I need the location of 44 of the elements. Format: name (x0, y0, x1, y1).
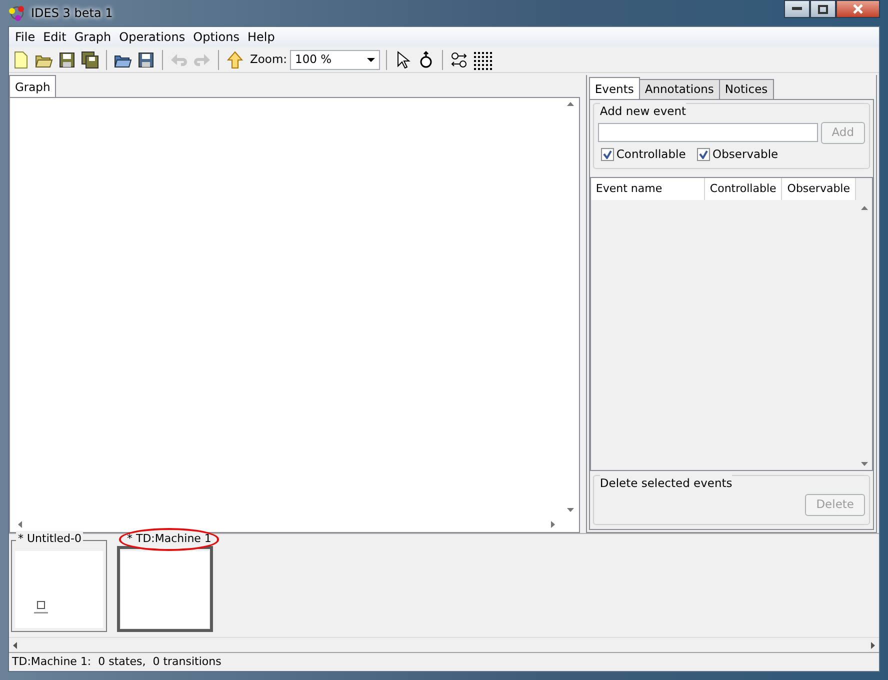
caret-icon[interactable] (367, 58, 376, 62)
status-text: TD:Machine 1: 0 states, 0 transitions (12, 654, 222, 670)
minimize-button[interactable] (784, 0, 810, 18)
column-header[interactable]: Controllable (704, 178, 782, 200)
scroll-up-arrow-icon[interactable] (567, 102, 574, 106)
graph-thumbnail[interactable] (117, 546, 213, 632)
tab[interactable]: Events (588, 77, 640, 99)
checkbox-label: Controllable (616, 146, 686, 164)
event-name-field[interactable] (598, 123, 818, 142)
scroll-up-arrow-icon[interactable] (860, 206, 868, 210)
scroll-down-arrow-icon[interactable] (567, 508, 574, 512)
up-arrow-icon[interactable] (225, 50, 245, 70)
app-logo-icon (8, 4, 26, 22)
menu-item[interactable]: Options (189, 28, 244, 46)
close-button[interactable] (836, 0, 880, 18)
tab[interactable]: Notices (718, 78, 774, 99)
close-icon[interactable] (852, 4, 864, 14)
column-header[interactable]: Event name (590, 178, 705, 200)
checkbox-label: Observable (712, 146, 778, 164)
maximize-button[interactable] (810, 0, 836, 18)
zoom-dropdown[interactable]: 100 % (290, 50, 380, 70)
window-title: IDES 3 beta 1 (31, 5, 113, 22)
grid-icon[interactable] (472, 50, 492, 70)
layout-icon[interactable] (449, 50, 470, 70)
minimize-icon[interactable] (792, 7, 802, 11)
scroll-left-arrow-icon[interactable] (18, 520, 22, 528)
scroll-left-arrow-icon[interactable] (13, 642, 17, 648)
zoom-label: Zoom: (250, 50, 288, 68)
save-icon[interactable] (57, 50, 77, 70)
menu-item[interactable]: Edit (39, 28, 70, 46)
menu-item[interactable]: Graph (70, 28, 116, 46)
scroll-right-arrow-icon[interactable] (871, 642, 875, 648)
checkbox[interactable] (600, 148, 614, 162)
tab[interactable]: Annotations (638, 78, 720, 99)
menu-item[interactable]: Operations (115, 28, 190, 46)
menu-item[interactable]: File (11, 28, 40, 46)
save-all-icon[interactable] (80, 50, 100, 70)
maximize-icon[interactable] (818, 4, 828, 14)
menu-item[interactable]: Help (243, 28, 279, 46)
tab[interactable]: Graph (9, 75, 56, 97)
scroll-right-arrow-icon[interactable] (550, 520, 555, 528)
scroll-down-arrow-icon[interactable] (860, 462, 868, 466)
checkbox[interactable] (696, 148, 710, 162)
save-icon[interactable] (136, 50, 156, 70)
